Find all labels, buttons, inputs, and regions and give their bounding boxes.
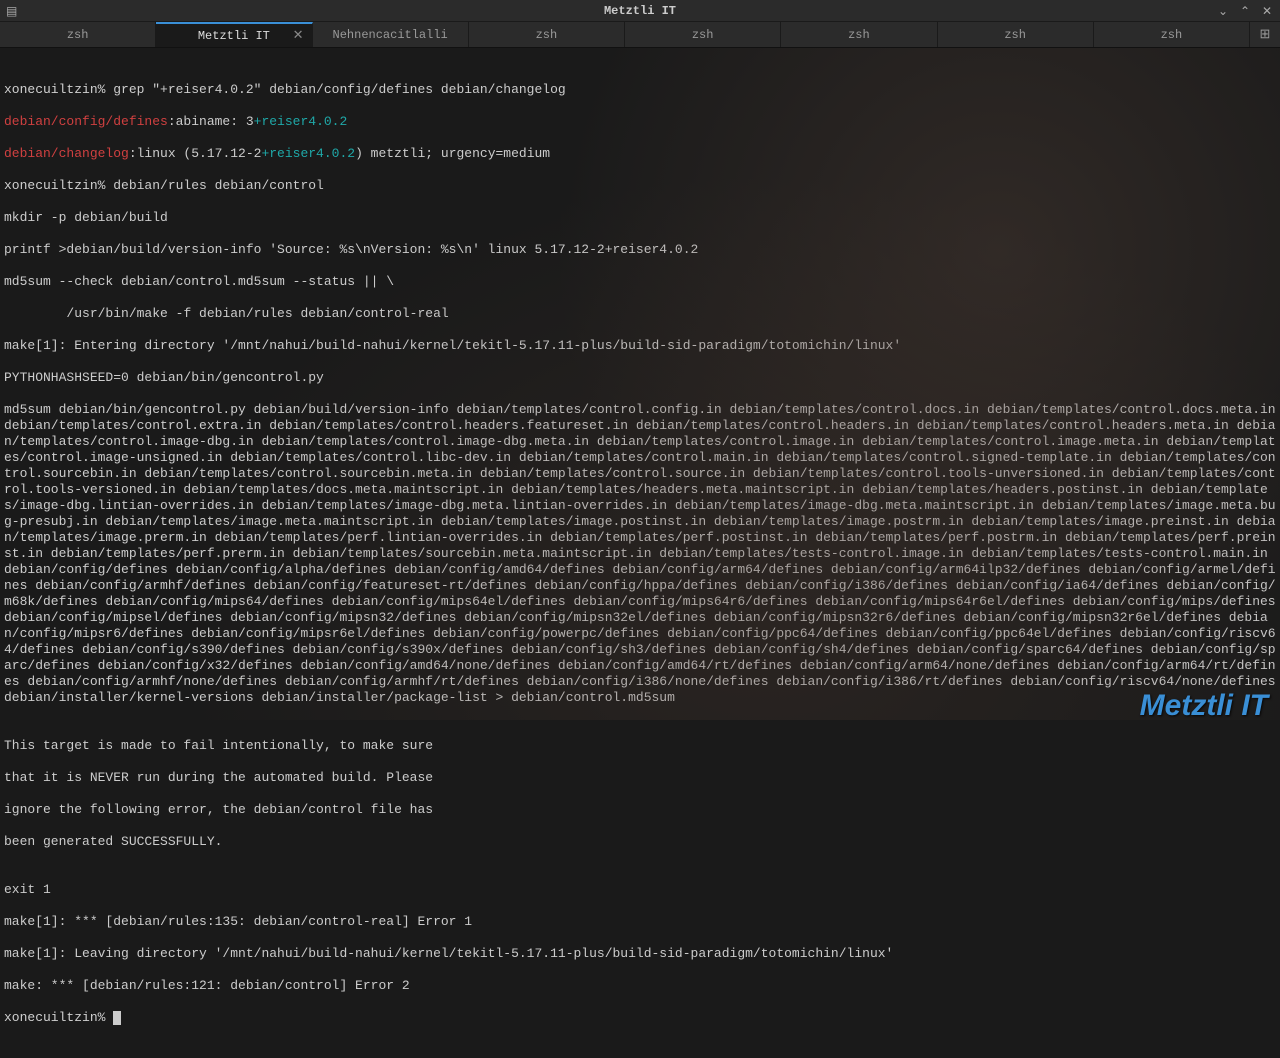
tab-3[interactable]: zsh xyxy=(469,22,625,47)
output-line: md5sum --check debian/control.md5sum --s… xyxy=(4,274,1276,290)
output-line: make[1]: Leaving directory '/mnt/nahui/b… xyxy=(4,946,1276,962)
tab-2[interactable]: Nehnencacitlalli xyxy=(313,22,469,47)
tab-7[interactable]: zsh xyxy=(1094,22,1250,47)
prompt: xonecuiltzin% xyxy=(4,1010,113,1025)
output-line: that it is NEVER run during the automate… xyxy=(4,770,1276,786)
output-line: make[1]: Entering directory '/mnt/nahui/… xyxy=(4,338,1276,354)
app-menu-icon[interactable]: ▤ xyxy=(6,4,20,18)
command-text: debian/rules debian/control xyxy=(113,178,324,193)
grep-match: +reiser4.0.2 xyxy=(254,114,348,129)
maximize-icon[interactable]: ⌃ xyxy=(1240,4,1254,18)
tab-label: Metztli IT xyxy=(198,29,270,43)
grep-text: :linux (5.17.12-2 xyxy=(129,146,262,161)
grep-file: debian/config/defines xyxy=(4,114,168,129)
grep-text: ) metztli; urgency=medium xyxy=(355,146,550,161)
tab-4[interactable]: zsh xyxy=(625,22,781,47)
prompt: xonecuiltzin% xyxy=(4,82,113,97)
output-line: been generated SUCCESSFULLY. xyxy=(4,834,1276,850)
grep-file: debian/changelog xyxy=(4,146,129,161)
tab-label: zsh xyxy=(1004,28,1026,42)
output-line: This target is made to fail intentionall… xyxy=(4,738,1276,754)
tab-1[interactable]: Metztli IT ✕ xyxy=(156,22,312,47)
grep-match: +reiser4.0.2 xyxy=(261,146,355,161)
grep-text: :abiname: 3 xyxy=(168,114,254,129)
prompt: xonecuiltzin% xyxy=(4,178,113,193)
tab-grid-icon[interactable]: ⊞ xyxy=(1250,22,1280,47)
output-line: ignore the following error, the debian/c… xyxy=(4,802,1276,818)
cursor xyxy=(113,1011,121,1025)
tab-label: Nehnencacitlalli xyxy=(333,28,448,42)
tab-label: zsh xyxy=(536,28,558,42)
titlebar: ▤ Metztli IT ⌄ ⌃ ✕ xyxy=(0,0,1280,22)
output-line: /usr/bin/make -f debian/rules debian/con… xyxy=(4,306,1276,322)
output-line: make[1]: *** [debian/rules:135: debian/c… xyxy=(4,914,1276,930)
tab-close-icon[interactable]: ✕ xyxy=(293,28,304,43)
output-line: mkdir -p debian/build xyxy=(4,210,1276,226)
tabbar: zsh Metztli IT ✕ Nehnencacitlalli zsh zsh zsh z… xyxy=(0,22,1280,48)
tab-label: zsh xyxy=(692,28,714,42)
tab-0[interactable]: zsh xyxy=(0,22,156,47)
close-icon[interactable]: ✕ xyxy=(1262,4,1276,18)
command-text: grep "+reiser4.0.2" debian/config/define… xyxy=(113,82,565,97)
tab-label: zsh xyxy=(67,28,89,42)
tab-6[interactable]: zsh xyxy=(938,22,1094,47)
tab-label: zsh xyxy=(848,28,870,42)
terminal-output[interactable]: xonecuiltzin% grep "+reiser4.0.2" debian… xyxy=(0,48,1280,720)
tab-5[interactable]: zsh xyxy=(781,22,937,47)
minimize-icon[interactable]: ⌄ xyxy=(1218,4,1232,18)
tab-label: zsh xyxy=(1161,28,1183,42)
output-line: exit 1 xyxy=(4,882,1276,898)
output-block: md5sum debian/bin/gencontrol.py debian/b… xyxy=(4,402,1276,706)
output-line: PYTHONHASHSEED=0 debian/bin/gencontrol.p… xyxy=(4,370,1276,386)
window-title: Metztli IT xyxy=(604,4,676,18)
output-line: printf >debian/build/version-info 'Sourc… xyxy=(4,242,1276,258)
output-line: make: *** [debian/rules:121: debian/cont… xyxy=(4,978,1276,994)
